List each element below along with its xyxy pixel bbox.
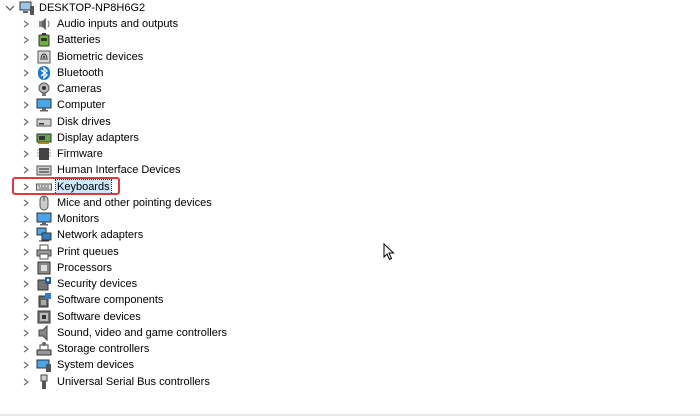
software-device-icon [37,310,51,324]
tree-item-label: Storage controllers [57,343,150,355]
chevron-right-icon[interactable] [22,247,30,257]
tree-item-label: System devices [57,359,135,371]
tree-item-human-interface-devices[interactable]: Human Interface Devices [0,162,400,178]
tree-item-label: Cameras [57,83,102,95]
tree-item-bluetooth[interactable]: Bluetooth [0,65,400,81]
tree-item-processors[interactable]: Processors [0,260,400,276]
tree-item-label: Disk drives [57,116,111,128]
chevron-right-icon[interactable] [22,312,30,322]
tree-item-label: Display adapters [57,132,139,144]
tree-item-software-components[interactable]: Software components [0,292,400,308]
hid-icon [36,165,52,176]
firmware-icon [37,148,51,160]
tree-item-system-devices[interactable]: System devices [0,357,400,373]
chevron-right-icon[interactable] [22,344,30,354]
monitor-icon [36,98,52,112]
sound-icon [38,325,48,341]
tree-item-label: Universal Serial Bus controllers [57,376,210,388]
tree-item-display-adapters[interactable]: Display adapters [0,130,400,146]
tree-item-label: Monitors [57,213,100,225]
chevron-right-icon[interactable] [22,230,30,240]
device-tree: DESKTOP-NP8H6G2 Audio inputs and outputs… [0,0,700,416]
tree-item-monitors[interactable]: Monitors [0,211,400,227]
display-adapter-icon [36,133,52,144]
security-icon [37,277,51,291]
chevron-right-icon[interactable] [22,295,30,305]
tree-item-cameras[interactable]: Cameras [0,81,400,97]
tree-item-universal-serial-bus-controllers[interactable]: Universal Serial Bus controllers [0,374,400,390]
network-icon [36,227,52,242]
chevron-right-icon[interactable] [22,165,30,175]
chevron-right-icon[interactable] [22,149,30,159]
tree-root[interactable]: DESKTOP-NP8H6G2 [0,0,400,16]
tree-item-label: Firmware [57,148,103,160]
mouse-cursor-icon [383,243,395,261]
usb-icon [40,374,48,389]
tree-item-disk-drives[interactable]: Disk drives [0,114,400,130]
chevron-right-icon[interactable] [22,19,30,29]
chevron-right-icon[interactable] [22,68,30,78]
tree-item-label: Mice and other pointing devices [57,197,212,209]
chevron-right-icon[interactable] [22,52,30,62]
chevron-right-icon[interactable] [22,263,30,273]
tree-item-label: Security devices [57,278,138,290]
biometric-icon [37,50,51,64]
chevron-right-icon[interactable] [22,133,30,143]
tree-item-label: Software devices [57,311,141,323]
chevron-right-icon[interactable] [22,198,30,208]
tree-item-batteries[interactable]: Batteries [0,32,400,48]
chevron-right-icon[interactable] [22,377,30,387]
chevron-right-icon[interactable] [22,328,30,338]
chevron-right-icon[interactable] [22,35,30,45]
printer-icon [36,244,52,260]
chevron-right-icon[interactable] [22,100,30,110]
processor-icon [37,261,51,275]
tree-item-label: Batteries [57,34,101,46]
tree-item-storage-controllers[interactable]: Storage controllers [0,341,400,357]
chevron-right-icon[interactable] [22,84,30,94]
tree-item-label: Network adapters [57,229,144,241]
chevron-right-icon[interactable] [22,214,30,224]
tree-item-computer[interactable]: Computer [0,97,400,113]
tree-item-label: Processors [57,262,113,274]
tree-item-label: Software components [57,294,164,306]
system-icon [36,359,51,372]
tree-item-label: Sound, video and game controllers [57,327,227,339]
computer-icon [19,1,34,15]
tree-item-label: Bluetooth [57,67,104,79]
tree-item-label: Print queues [57,246,119,258]
camera-icon [38,82,50,96]
tree-item-print-queues[interactable]: Print queues [0,244,400,260]
software-component-icon [38,293,51,308]
tree-item-label: Human Interface Devices [57,164,181,176]
tree-item-mice-and-other-pointing-devices[interactable]: Mice and other pointing devices [0,195,400,211]
battery-icon [38,33,50,47]
tree-item-software-devices[interactable]: Software devices [0,309,400,325]
tree-item-network-adapters[interactable]: Network adapters [0,227,400,243]
speaker-icon [39,18,50,30]
tree-item-firmware[interactable]: Firmware [0,146,400,162]
tree-item-label: Biometric devices [57,51,144,63]
chevron-right-icon[interactable] [22,279,30,289]
monitor-icon [36,212,52,226]
disk-drive-icon [36,118,52,127]
tree-item-label: Computer [57,99,106,111]
tree-item-sound-video-and-game-controllers[interactable]: Sound, video and game controllers [0,325,400,341]
bluetooth-icon [38,66,50,80]
highlight-annotation [12,177,120,195]
chevron-down-icon[interactable] [5,3,15,13]
tree-item-audio-inputs-and-outputs[interactable]: Audio inputs and outputs [0,16,400,32]
chevron-right-icon[interactable] [22,360,30,370]
tree-item-label: Audio inputs and outputs [57,18,179,30]
chevron-right-icon[interactable] [22,117,30,127]
storage-icon [36,342,52,356]
mouse-icon [39,195,49,211]
computer-name: DESKTOP-NP8H6G2 [39,2,146,14]
tree-item-security-devices[interactable]: Security devices [0,276,400,292]
tree-item-biometric-devices[interactable]: Biometric devices [0,49,400,65]
